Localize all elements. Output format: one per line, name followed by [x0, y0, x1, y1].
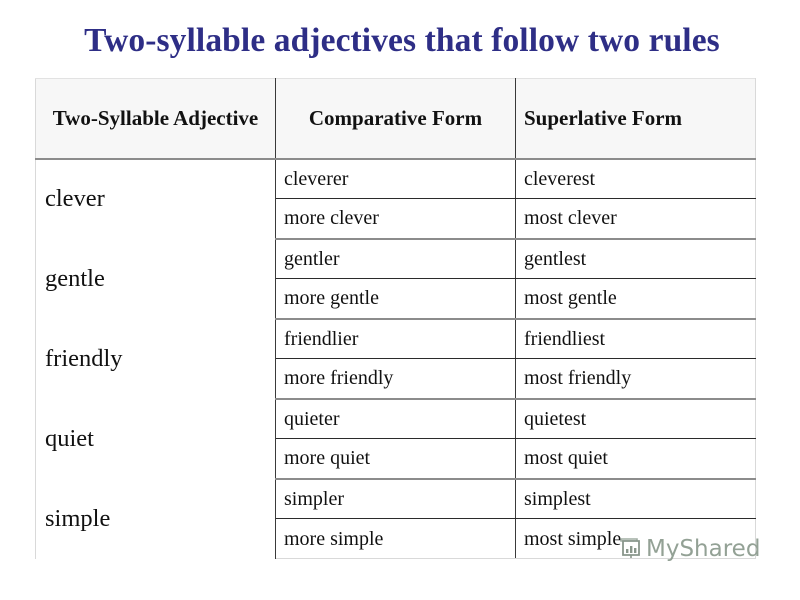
cell-superlative-ending: cleverest: [515, 158, 756, 199]
cell-superlative-ending: simplest: [515, 478, 756, 519]
cell-adjective: simple: [35, 478, 276, 559]
cell-adjective: gentle: [35, 238, 276, 319]
cell-comparative-ending: friendlier: [275, 318, 516, 359]
cell-superlative-most: most gentle: [515, 278, 756, 320]
cell-superlative-ending: gentlest: [515, 238, 756, 279]
cell-adjective: clever: [35, 158, 276, 239]
cell-comparative-ending: simpler: [275, 478, 516, 519]
table-row: clever cleverer cleverest: [35, 158, 756, 239]
table-row: friendly friendlier friendliest: [35, 318, 756, 399]
table-row: gentle gentler gentlest: [35, 238, 756, 319]
column-header-adjective: Two-Syllable Adjective: [35, 78, 276, 160]
cell-comparative-more: more clever: [275, 198, 516, 240]
adjective-forms-table: Two-Syllable Adjective Comparative Form …: [35, 78, 756, 559]
slide-canvas: Two-syllable adjectives that follow two …: [0, 0, 800, 600]
cell-superlative-ending: quietest: [515, 398, 756, 439]
cell-superlative-most: most friendly: [515, 358, 756, 400]
cell-superlative-most: most clever: [515, 198, 756, 240]
cell-superlative-most: most quiet: [515, 438, 756, 480]
cell-comparative-more: more quiet: [275, 438, 516, 480]
table-header: Two-Syllable Adjective Comparative Form …: [35, 78, 756, 160]
cell-superlative-most: most simple: [515, 518, 756, 559]
column-header-comparative: Comparative Form: [275, 78, 516, 160]
cell-adjective: quiet: [35, 398, 276, 479]
cell-comparative-more: more friendly: [275, 358, 516, 400]
table-header-row: Two-Syllable Adjective Comparative Form …: [35, 78, 756, 160]
page-title: Two-syllable adjectives that follow two …: [84, 22, 720, 59]
table-row: simple simpler simplest: [35, 478, 756, 559]
cell-comparative-ending: gentler: [275, 238, 516, 279]
cell-comparative-more: more simple: [275, 518, 516, 559]
cell-superlative-ending: friendliest: [515, 318, 756, 359]
cell-comparative-ending: cleverer: [275, 158, 516, 199]
table-body: clever cleverer cleverest more clever mo…: [35, 158, 756, 559]
cell-comparative-more: more gentle: [275, 278, 516, 320]
cell-comparative-ending: quieter: [275, 398, 516, 439]
column-header-superlative: Superlative Form: [515, 78, 756, 160]
cell-adjective: friendly: [35, 318, 276, 399]
table-row: quiet quieter quietest: [35, 398, 756, 479]
